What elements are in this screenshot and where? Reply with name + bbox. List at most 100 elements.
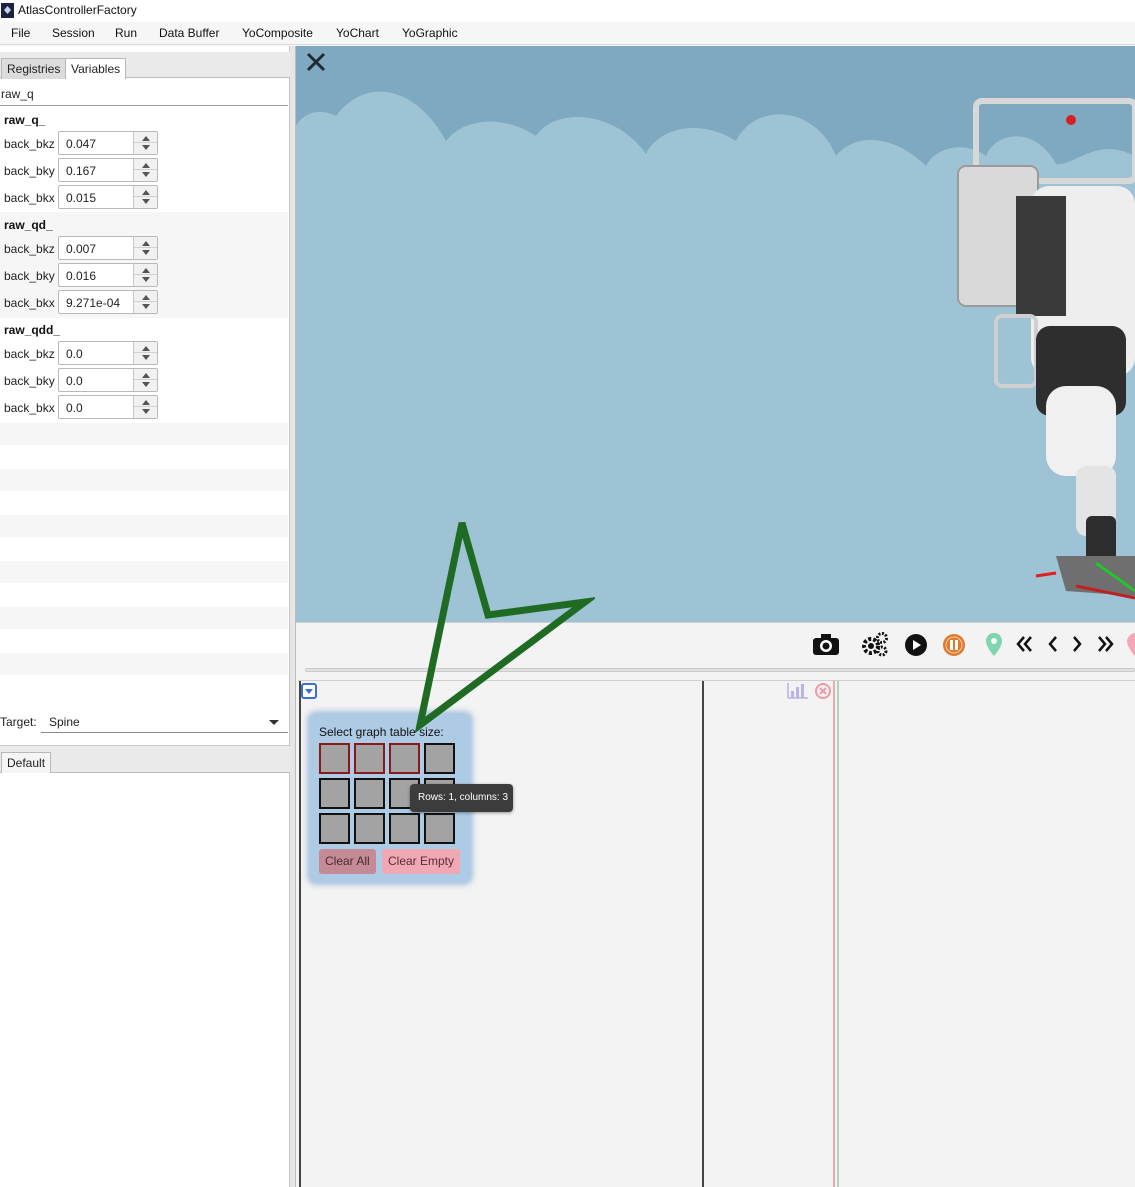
value-spinner[interactable] [133, 186, 157, 208]
grid-cell[interactable] [319, 743, 350, 774]
variable-value: 0.047 [66, 137, 97, 151]
value-spinner[interactable] [133, 342, 157, 364]
chevron-down-icon[interactable] [269, 720, 279, 725]
target-value: Spine [49, 715, 80, 729]
variable-value-field[interactable]: 0.0 [58, 395, 158, 419]
spinner-down-icon[interactable] [142, 355, 150, 360]
variable-value: 9.271e-04 [66, 296, 121, 310]
value-spinner[interactable] [133, 159, 157, 181]
grid-cell[interactable] [319, 813, 350, 844]
value-spinner[interactable] [133, 369, 157, 391]
variable-value: 0.0 [66, 374, 83, 388]
variable-value-field[interactable]: 9.271e-04 [58, 290, 158, 314]
variable-value-field[interactable]: 0.016 [58, 263, 158, 287]
grid-cell[interactable] [319, 778, 350, 809]
grid-cell[interactable] [389, 813, 420, 844]
menu-yocomposite[interactable]: YoComposite [242, 26, 313, 40]
variable-name: back_bkx [4, 191, 55, 205]
menu-file[interactable]: File [11, 26, 30, 40]
spinner-down-icon[interactable] [142, 199, 150, 204]
tab-variables[interactable]: Variables [65, 58, 127, 79]
spinner-up-icon[interactable] [142, 163, 150, 168]
spinner-up-icon[interactable] [142, 190, 150, 195]
variable-value-field[interactable]: 0.167 [58, 158, 158, 182]
value-spinner[interactable] [133, 264, 157, 286]
value-spinner[interactable] [133, 132, 157, 154]
group-header: raw_q_ [4, 113, 46, 127]
value-spinner[interactable] [133, 237, 157, 259]
value-spinner[interactable] [133, 291, 157, 313]
tab-default[interactable]: Default [1, 752, 52, 773]
menu-session[interactable]: Session [52, 26, 95, 40]
step-back-icon[interactable] [1046, 634, 1060, 657]
spinner-down-icon[interactable] [142, 172, 150, 177]
rewind-icon[interactable] [1015, 634, 1035, 657]
row-stripe [0, 423, 288, 445]
spinner-up-icon[interactable] [142, 268, 150, 273]
grid-cell[interactable] [354, 813, 385, 844]
close-icon[interactable] [305, 51, 327, 73]
camera-icon[interactable] [812, 632, 840, 659]
variable-name: back_bkx [4, 401, 55, 415]
grid-cell[interactable] [354, 743, 385, 774]
menu-run[interactable]: Run [115, 26, 137, 40]
row-stripe [0, 515, 288, 537]
variable-value-field[interactable]: 0.047 [58, 131, 158, 155]
variable-value: 0.0 [66, 347, 83, 361]
spinner-down-icon[interactable] [142, 382, 150, 387]
spinner-up-icon[interactable] [142, 136, 150, 141]
variable-value: 0.015 [66, 191, 97, 205]
spinner-up-icon[interactable] [142, 295, 150, 300]
variable-value-field[interactable]: 0.007 [58, 236, 158, 260]
grid-cell[interactable] [424, 813, 455, 844]
fast-forward-icon[interactable] [1095, 634, 1115, 657]
gears-icon[interactable] [861, 631, 889, 660]
row-stripe [0, 469, 288, 491]
step-forward-icon[interactable] [1070, 634, 1084, 657]
grid-cell[interactable] [389, 743, 420, 774]
marker-icon[interactable] [1126, 632, 1135, 661]
menu-data-buffer[interactable]: Data Buffer [159, 26, 219, 40]
group-header: raw_qdd_ [4, 323, 61, 337]
tooltip: Rows: 1, columns: 3 [410, 784, 513, 812]
menu-yochart[interactable]: YoChart [336, 26, 379, 40]
play-icon[interactable] [904, 633, 928, 660]
variable-value-field[interactable]: 0.0 [58, 341, 158, 365]
variable-value: 0.007 [66, 242, 97, 256]
variable-name: back_bkz [4, 347, 55, 361]
variable-name: back_bky [4, 269, 55, 283]
chart-panel-border [837, 681, 839, 1187]
variable-name: back_bkx [4, 296, 55, 310]
window-title: AtlasControllerFactory [18, 3, 137, 17]
menu-yographic[interactable]: YoGraphic [402, 26, 458, 40]
group-header: raw_qd_ [4, 218, 53, 232]
chart-panel-border [833, 681, 835, 1187]
clear-all-button[interactable]: Clear All [319, 849, 376, 874]
variable-value-field[interactable]: 0.0 [58, 368, 158, 392]
pause-icon[interactable] [942, 633, 966, 660]
search-input[interactable] [0, 82, 288, 106]
close-chart-icon[interactable] [815, 683, 831, 702]
variable-value-field[interactable]: 0.015 [58, 185, 158, 209]
value-spinner[interactable] [133, 396, 157, 418]
spinner-down-icon[interactable] [142, 145, 150, 150]
grid-cell[interactable] [354, 778, 385, 809]
annotation-arrow-icon [414, 522, 595, 734]
row-stripe [0, 653, 288, 675]
grid-cell[interactable] [424, 743, 455, 774]
collapse-icon[interactable] [301, 683, 317, 702]
variable-value: 0.167 [66, 164, 97, 178]
spinner-up-icon[interactable] [142, 373, 150, 378]
clear-empty-button[interactable]: Clear Empty [382, 849, 461, 874]
spinner-up-icon[interactable] [142, 241, 150, 246]
spinner-down-icon[interactable] [142, 277, 150, 282]
spinner-down-icon[interactable] [142, 304, 150, 309]
bottom-tabstrip: Default [0, 745, 290, 773]
spinner-up-icon[interactable] [142, 346, 150, 351]
spinner-down-icon[interactable] [142, 409, 150, 414]
spinner-up-icon[interactable] [142, 400, 150, 405]
chart-icon[interactable] [787, 682, 809, 703]
spinner-down-icon[interactable] [142, 250, 150, 255]
tab-registries[interactable]: Registries [1, 58, 67, 79]
marker-icon[interactable] [985, 632, 1003, 661]
